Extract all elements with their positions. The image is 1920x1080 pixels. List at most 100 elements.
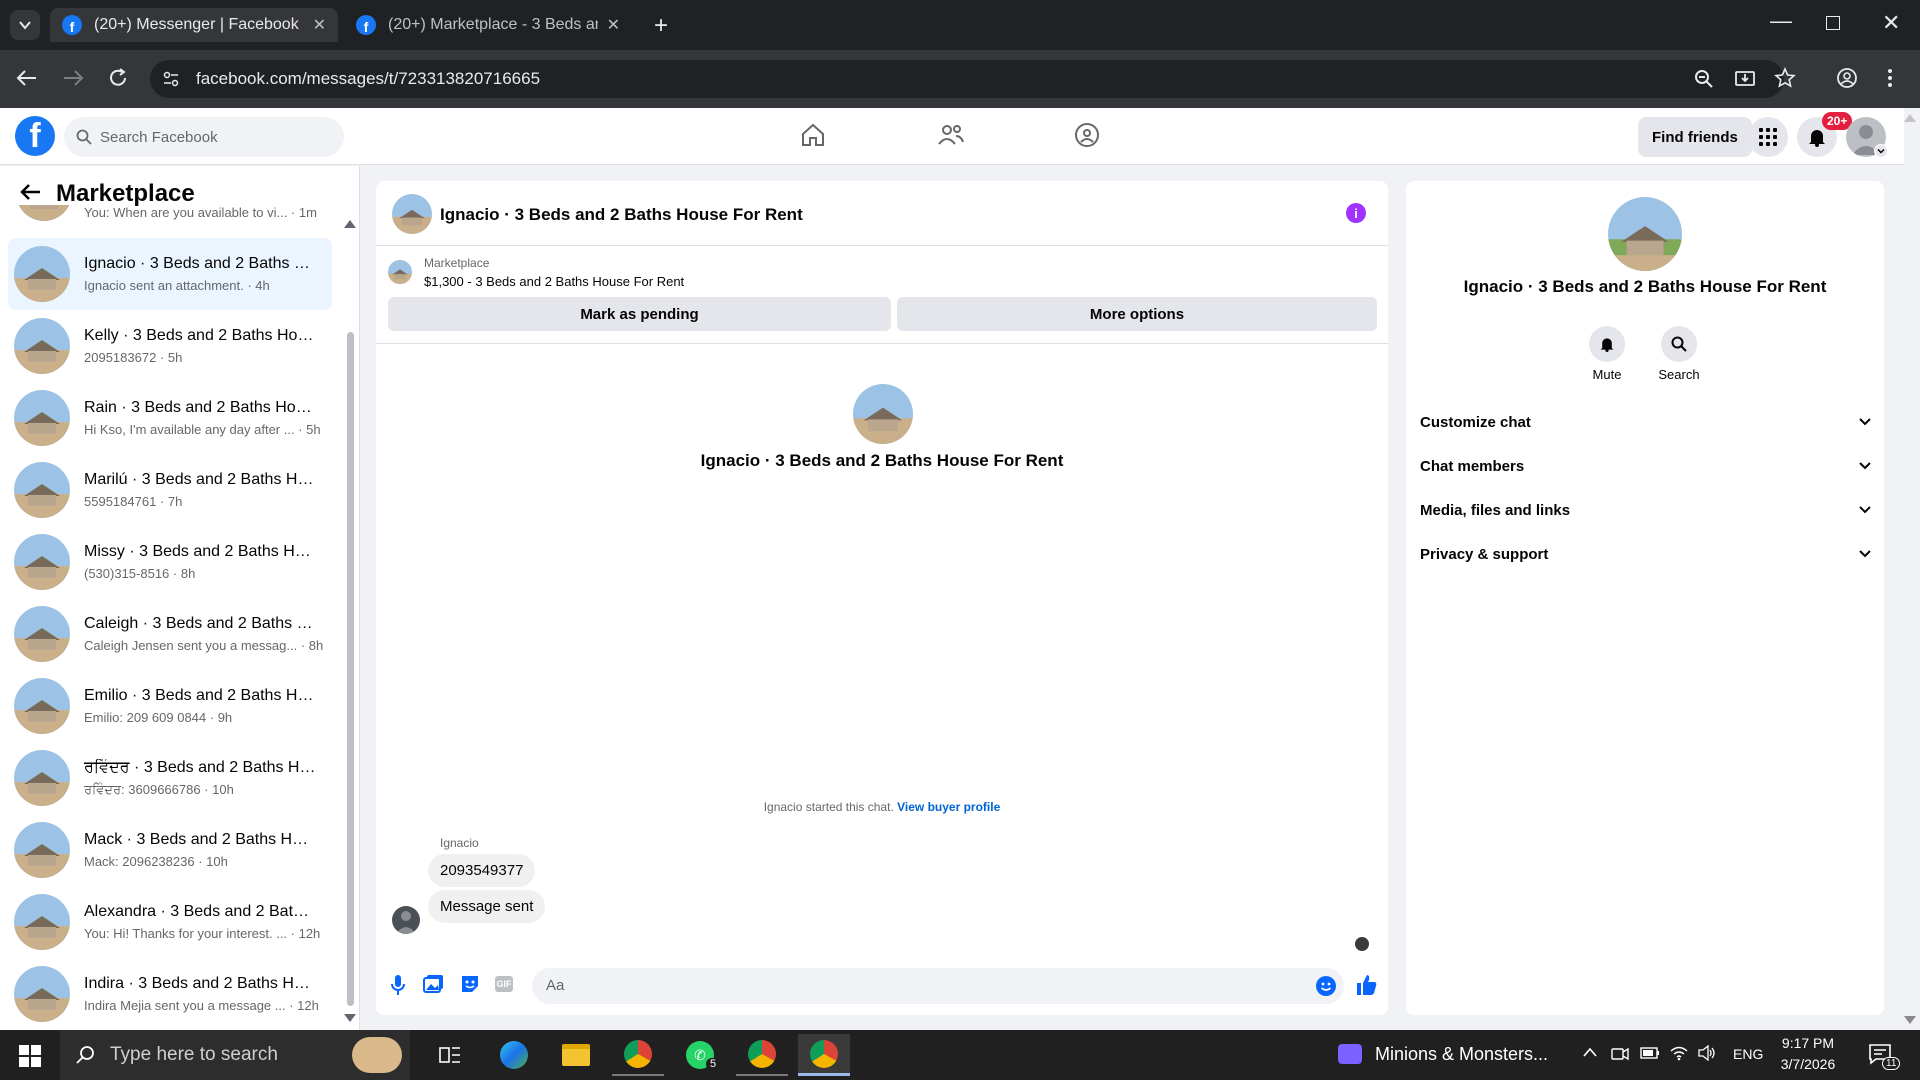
conversation-item[interactable]: Emilio · 3 Beds and 2 Baths Hou... Emilio… (8, 670, 332, 742)
search-conversation-button[interactable] (1661, 326, 1697, 362)
new-tab-icon[interactable]: + (654, 12, 668, 40)
show-hidden-icons-icon[interactable] (1582, 1046, 1598, 1058)
find-friends-button[interactable]: Find friends (1638, 117, 1752, 157)
chat-intro-name: Ignacio · 3 Beds and 2 Baths House For R… (700, 451, 1064, 470)
chat-intro-thumbnail[interactable] (853, 384, 913, 444)
chat-title[interactable]: Ignacio · 3 Beds and 2 Baths House For R… (440, 205, 803, 225)
forward-icon[interactable] (62, 68, 84, 88)
chrome-profile-b-icon[interactable] (736, 1034, 788, 1076)
like-thumb-icon[interactable] (1356, 974, 1378, 996)
conversation-item[interactable]: Rain · 3 Beds and 2 Baths Hous... Hi Kso,… (8, 382, 332, 454)
sender-avatar[interactable] (392, 906, 420, 934)
info-panel-thumbnail[interactable] (1608, 197, 1682, 271)
volume-icon[interactable] (1698, 1045, 1716, 1061)
chat-members-section[interactable]: Chat members (1420, 448, 1872, 484)
privacy-support-section[interactable]: Privacy & support (1420, 536, 1872, 572)
section-label: Chat members (1420, 457, 1525, 475)
back-arrow-icon[interactable] (20, 182, 42, 202)
restore-icon[interactable] (1826, 16, 1840, 30)
sidebar-scroll-up-icon[interactable] (344, 220, 356, 228)
media-title[interactable]: Minions & Monsters... (1375, 1044, 1548, 1065)
task-view-icon[interactable] (424, 1034, 476, 1076)
listing-thumbnail (14, 390, 70, 446)
windows-start-icon[interactable] (19, 1045, 41, 1067)
chat-header-thumbnail[interactable] (392, 194, 432, 234)
taskbar-search-placeholder: Type here to search (110, 1044, 278, 1065)
friends-icon[interactable] (937, 122, 965, 148)
whatsapp-icon[interactable]: ✆ 5 (674, 1034, 726, 1076)
search-label: Search (1658, 367, 1700, 382)
close-tab-icon[interactable]: ✕ (607, 15, 620, 35)
conversation-item[interactable]: Marilú · 3 Beds and 2 Baths Ho... 5595184… (8, 454, 332, 526)
photo-icon[interactable] (423, 974, 445, 994)
gif-icon[interactable]: GIF (495, 976, 513, 992)
groups-icon[interactable] (1074, 122, 1100, 148)
listing-title[interactable]: $1,300 - 3 Beds and 2 Baths House For Re… (424, 274, 684, 289)
home-icon[interactable] (800, 122, 826, 148)
conversation-item[interactable]: Ignacio · 3 Beds and 2 Baths Ho... Ignaci… (8, 238, 332, 310)
language-indicator[interactable]: ENG (1733, 1046, 1763, 1062)
back-icon[interactable] (16, 68, 38, 88)
media-files-links-section[interactable]: Media, files and links (1420, 492, 1872, 528)
conversation-item[interactable]: Kelly · 3 Beds and 2 Baths Hous... 209518… (8, 310, 332, 382)
emoji-icon[interactable] (1316, 976, 1336, 996)
notification-center-icon[interactable]: 11 (1868, 1043, 1901, 1070)
clock-date[interactable]: 3/7/2026 (1768, 1056, 1848, 1072)
media-player-icon[interactable] (1338, 1044, 1362, 1064)
message-input[interactable] (532, 968, 1344, 1004)
conversation-item[interactable]: Caleigh · 3 Beds and 2 Baths Ho... Caleig… (8, 598, 332, 670)
zoom-icon[interactable] (1693, 68, 1715, 90)
mute-button[interactable] (1589, 326, 1625, 362)
conversation-item[interactable]: Indira · 3 Beds and 2 Baths Hou... Indira… (8, 958, 332, 1030)
wifi-icon[interactable] (1670, 1045, 1688, 1061)
conversation-info-icon[interactable]: i (1346, 203, 1366, 223)
sticker-icon[interactable] (460, 974, 480, 994)
reload-icon[interactable] (107, 67, 129, 89)
tab-marketplace[interactable]: f (20+) Marketplace - 3 Beds and ✕ (344, 8, 632, 42)
sidebar-scroll-down-icon[interactable] (344, 1014, 356, 1022)
listing-thumbnail (14, 462, 70, 518)
battery-icon[interactable] (1640, 1047, 1660, 1059)
message-bubble[interactable]: 2093549377 (428, 854, 536, 887)
chrome-active-icon[interactable] (798, 1034, 850, 1076)
conversation-item[interactable]: Missy · 3 Beds and 2 Baths Hou... (530)31… (8, 526, 332, 598)
tab-search-icon[interactable] (10, 10, 40, 40)
chevron-down-icon (1859, 506, 1871, 514)
message-bubble[interactable]: Message sent (428, 890, 546, 923)
menu-button[interactable] (1748, 117, 1788, 157)
close-tab-icon[interactable]: ✕ (313, 15, 326, 35)
install-app-icon[interactable] (1734, 68, 1756, 90)
microphone-icon[interactable] (390, 974, 406, 996)
conversation-item[interactable]: Alexandra · 3 Beds and 2 Baths ... You: H… (8, 886, 332, 958)
clock-time[interactable]: 9:17 PM (1768, 1035, 1848, 1051)
url-text[interactable]: facebook.com/messages/t/723313820716665 (196, 69, 540, 89)
chrome-menu-icon[interactable] (1887, 68, 1893, 88)
edge-browser-icon[interactable] (488, 1034, 540, 1076)
view-buyer-profile-link[interactable]: View buyer profile (897, 800, 1000, 814)
profile-icon[interactable] (1836, 67, 1858, 89)
conversation-item[interactable]: Mack · 3 Beds and 2 Baths Hous... Mack: 2… (8, 814, 332, 886)
customize-chat-section[interactable]: Customize chat (1420, 404, 1872, 440)
camera-icon[interactable] (1611, 1046, 1629, 1062)
listing-small-thumbnail[interactable] (388, 260, 412, 284)
minimize-icon[interactable]: — (1770, 8, 1792, 34)
listing-thumbnail (14, 894, 70, 950)
mark-as-pending-button[interactable]: Mark as pending (388, 297, 891, 331)
search-icon (76, 129, 92, 145)
facebook-search-input[interactable]: Search Facebook (64, 117, 344, 157)
taskbar-search-box[interactable]: Type here to search (60, 1030, 410, 1080)
close-window-icon[interactable]: ✕ (1882, 10, 1900, 36)
partial-conversation[interactable]: You: When are you available to vi... · 1… (8, 205, 332, 221)
facebook-logo-icon[interactable]: f (15, 116, 55, 156)
sidebar-scrollbar-thumb[interactable] (347, 332, 354, 1006)
file-explorer-icon[interactable] (550, 1034, 602, 1076)
bookmark-star-icon[interactable] (1774, 67, 1796, 89)
more-options-button[interactable]: More options (897, 297, 1377, 331)
chrome-profile-a-icon[interactable] (612, 1034, 664, 1076)
page-scroll-down-icon[interactable] (1904, 1016, 1916, 1024)
tab-messenger[interactable]: f (20+) Messenger | Facebook ✕ (50, 8, 338, 42)
conversation-item[interactable]: ਰਵਿੰਦਰ · 3 Beds and 2 Baths Hou... ਰਵਿੰਦਰ… (8, 742, 332, 814)
page-scroll-up-icon[interactable] (1904, 114, 1916, 122)
account-chevron-icon[interactable] (1874, 144, 1888, 158)
site-info-icon[interactable] (162, 70, 180, 88)
